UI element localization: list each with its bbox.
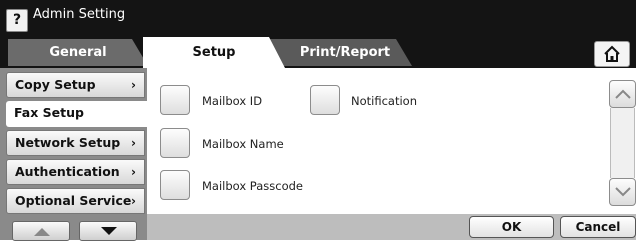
chevron-right-icon: › <box>131 194 136 208</box>
scroll-up-button[interactable] <box>609 80 636 108</box>
sidebar-scroll-up-button[interactable] <box>12 221 70 241</box>
page-title: Admin Setting <box>33 7 126 22</box>
sidebar-item-label: Optional Service <box>15 193 132 208</box>
sidebar: Copy Setup › Fax Setup Network Setup › A… <box>0 68 147 241</box>
sidebar-item-network-setup[interactable]: Network Setup › <box>6 130 145 156</box>
chevron-right-icon: › <box>131 78 136 92</box>
mailbox-id-label: Mailbox ID <box>202 94 263 108</box>
title-bar: ? Admin Setting <box>0 0 636 34</box>
sidebar-item-fax-setup[interactable]: Fax Setup <box>6 101 147 127</box>
mailbox-name-checkbox[interactable] <box>160 128 190 158</box>
mailbox-id-checkbox[interactable] <box>160 85 190 115</box>
sidebar-scroll-down-button[interactable] <box>79 221 137 241</box>
cancel-button[interactable]: Cancel <box>560 216 636 238</box>
chevron-down-icon <box>615 187 631 197</box>
sidebar-item-label: Authentication <box>15 164 120 179</box>
triangle-up-icon <box>34 228 50 236</box>
home-button[interactable] <box>594 41 630 67</box>
mailbox-passcode-label: Mailbox Passcode <box>202 179 303 193</box>
mailbox-passcode-checkbox[interactable] <box>160 170 190 200</box>
mailbox-name-label: Mailbox Name <box>202 137 284 151</box>
scroll-down-button[interactable] <box>609 178 636 206</box>
sidebar-item-optional-service[interactable]: Optional Service › <box>6 188 145 214</box>
chevron-up-icon <box>615 89 631 99</box>
tab-strip: General Setup Print/Report <box>0 34 636 68</box>
chevron-right-icon: › <box>131 136 136 150</box>
tab-print-report[interactable]: Print/Report <box>270 39 412 66</box>
tab-setup[interactable]: Setup <box>143 37 285 68</box>
sidebar-item-label: Network Setup <box>15 135 121 150</box>
notification-label: Notification <box>351 94 417 108</box>
triangle-down-icon <box>101 227 117 235</box>
admin-setting-screen: ? Admin Setting General Setup Print/Repo… <box>0 0 636 241</box>
chevron-right-icon: › <box>131 165 136 179</box>
ok-button[interactable]: OK <box>469 216 554 238</box>
sidebar-item-authentication[interactable]: Authentication › <box>6 159 145 185</box>
tab-general[interactable]: General <box>8 39 148 66</box>
sidebar-item-copy-setup[interactable]: Copy Setup › <box>6 72 145 98</box>
sidebar-item-label: Copy Setup <box>15 77 96 92</box>
home-icon <box>604 45 620 62</box>
notification-checkbox[interactable] <box>310 85 340 115</box>
help-button[interactable]: ? <box>6 9 28 32</box>
sidebar-item-label: Fax Setup <box>14 105 84 120</box>
scrollbar-track[interactable] <box>610 108 635 178</box>
